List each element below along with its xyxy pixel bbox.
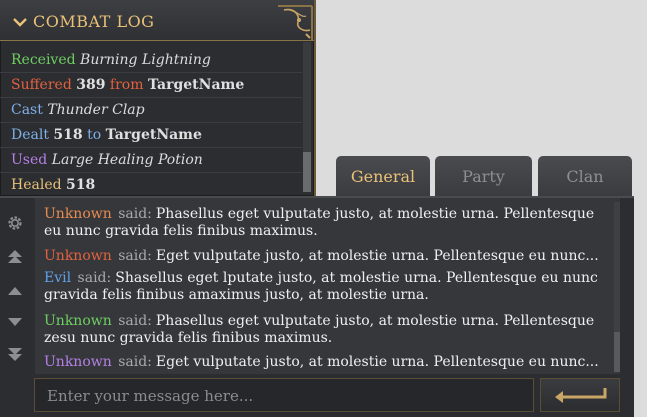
log-amount: 389 <box>76 77 106 93</box>
log-verb: Used <box>11 152 48 168</box>
combat-log-scroll-thumb[interactable] <box>303 152 311 192</box>
scroll-down-icon[interactable] <box>6 313 24 331</box>
log-entry: Received Burning Lightning <box>0 48 302 73</box>
chat-message: Unknown said: Eget vulputate justo, at mo… <box>44 354 614 371</box>
chat-panel: Unknown said: Phasellus eget vulputate ju… <box>0 196 634 417</box>
log-entry: Suffered 389 from TargetName <box>0 73 302 98</box>
chat-message: Evil said: Shasellus eget lputate justo, … <box>44 270 614 304</box>
tab-party[interactable]: Party <box>435 156 532 198</box>
log-entry: Used Large Healing Potion <box>0 148 302 173</box>
chat-message: Unknown said: Phasellus eget vulputate ju… <box>44 313 614 347</box>
log-verb: Healed <box>11 177 62 193</box>
sender-name[interactable]: Unknown <box>44 313 112 329</box>
log-verb: Cast <box>11 102 43 118</box>
chat-message: Unknown said: Eget vulputate justo, at mo… <box>44 248 614 265</box>
said-label: said: <box>118 313 152 329</box>
log-detail: Burning Lightning <box>80 52 211 68</box>
said-label: said: <box>77 270 112 286</box>
sender-name[interactable]: Unknown <box>44 354 112 370</box>
combat-log-panel: COMBAT LOG Received Burning Lightning Su… <box>0 0 316 196</box>
log-entry: Dealt 518 to TargetName <box>0 123 302 148</box>
log-verb: Received <box>11 52 76 68</box>
chat-scrollbar[interactable] <box>614 202 620 372</box>
log-detail: Thunder Clap <box>47 102 145 118</box>
combat-log-header[interactable]: COMBAT LOG <box>0 0 314 41</box>
log-entry: Healed 518 <box>0 173 302 197</box>
scroll-top-icon[interactable] <box>6 248 24 266</box>
log-target: TargetName <box>147 77 245 93</box>
scroll-up-icon[interactable] <box>6 283 24 301</box>
log-amount: 518 <box>66 177 96 193</box>
scroll-bottom-icon[interactable] <box>6 346 24 364</box>
enter-arrow-icon <box>555 388 607 403</box>
combat-log-list: Received Burning Lightning Suffered 389 … <box>0 48 302 197</box>
said-label: said: <box>118 248 152 264</box>
sender-name[interactable]: Unknown <box>44 248 112 264</box>
log-amount: 518 <box>53 127 83 143</box>
log-entry: Cast Thunder Clap <box>0 98 302 123</box>
chat-scroll-thumb[interactable] <box>614 332 620 372</box>
log-preposition: from <box>109 77 144 93</box>
log-detail: Large Healing Potion <box>51 152 203 168</box>
log-target: TargetName <box>105 127 202 143</box>
message-input[interactable] <box>45 384 529 408</box>
chat-message: Unknown said: Phasellus eget vulputate ju… <box>44 206 614 240</box>
message-text: Eget vulputate justo, at molestie urna. … <box>155 248 599 264</box>
corner-ornament-icon <box>278 5 313 40</box>
combat-log-scrollbar[interactable] <box>303 42 311 192</box>
chevron-down-icon[interactable] <box>13 18 27 27</box>
message-text: Shasellus eget lputate justo, at molesti… <box>44 270 598 303</box>
sender-name[interactable]: Evil <box>44 270 71 286</box>
log-verb: Suffered <box>11 77 72 93</box>
combat-log-title: COMBAT LOG <box>33 12 155 31</box>
message-text: Eget vulputate justo, at molestie urna. … <box>155 354 599 370</box>
said-label: said: <box>118 206 152 222</box>
message-input-box[interactable] <box>34 378 534 412</box>
gear-icon[interactable] <box>6 214 24 232</box>
log-verb: Dealt <box>11 127 49 143</box>
log-preposition: to <box>87 127 102 143</box>
tab-general[interactable]: General <box>336 156 430 198</box>
said-label: said: <box>118 354 152 370</box>
send-button[interactable] <box>540 378 620 412</box>
sender-name[interactable]: Unknown <box>44 206 112 222</box>
tab-clan[interactable]: Clan <box>538 156 632 198</box>
